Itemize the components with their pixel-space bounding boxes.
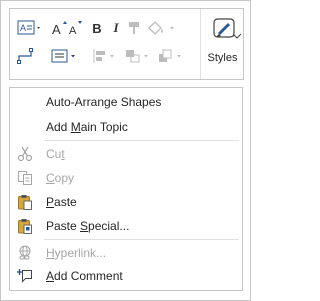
hyperlink-icon xyxy=(19,245,31,260)
shrink-font-icon: A xyxy=(69,21,82,36)
clipboard-special-icon xyxy=(18,219,32,234)
menu-item-paste-special[interactable]: Paste Special... xyxy=(10,214,242,238)
menu-item-label: Add Main Topic xyxy=(46,120,128,134)
bring-to-front-icon xyxy=(159,49,181,62)
menu-item-add-comment[interactable]: Add Comment xyxy=(10,264,242,288)
connector-button[interactable] xyxy=(16,47,34,65)
grow-font-button[interactable]: A xyxy=(52,19,68,37)
copy-icon xyxy=(18,171,32,185)
format-painter-icon xyxy=(129,22,139,34)
group-icon xyxy=(126,50,148,63)
svg-text:A: A xyxy=(69,25,77,36)
menu-item-paste[interactable]: Paste xyxy=(10,190,242,214)
menu-item-label: Paste Special... xyxy=(46,219,130,233)
menu-item-label: Add Comment xyxy=(46,269,123,283)
shape-style-icon: A xyxy=(17,20,40,35)
styles-button[interactable]: Styles xyxy=(200,9,244,79)
fill-color-button[interactable] xyxy=(145,19,179,37)
shape-style-button[interactable]: A xyxy=(16,19,44,37)
connector-icon xyxy=(17,48,33,64)
menu-item-copy[interactable]: Copy xyxy=(10,166,242,190)
mini-toolbar: A A A B I Styles xyxy=(9,8,244,80)
grow-font-icon: A xyxy=(52,21,67,36)
position-icon xyxy=(93,49,114,63)
comment-icon xyxy=(17,269,32,283)
bold-button[interactable]: B xyxy=(90,19,104,37)
align-text-icon xyxy=(51,49,75,63)
menu-separator xyxy=(44,239,239,240)
italic-button[interactable]: I xyxy=(109,19,123,37)
svg-text:A: A xyxy=(52,22,61,36)
italic-icon: I xyxy=(113,20,119,35)
svg-text:A: A xyxy=(20,23,26,33)
menu-item-label: Hyperlink... xyxy=(46,246,107,260)
format-painter-button[interactable] xyxy=(126,19,142,37)
bold-icon: B xyxy=(92,20,102,36)
styles-icon xyxy=(213,18,235,38)
menu-item-auto-arrange-shapes[interactable]: Auto-Arrange Shapes xyxy=(10,90,242,114)
fill-color-icon xyxy=(148,21,174,35)
shrink-font-button[interactable]: A xyxy=(69,19,85,37)
align-text-button[interactable] xyxy=(50,47,80,65)
menu-separator xyxy=(44,140,239,141)
styles-label: Styles xyxy=(207,52,238,64)
menu-item-label: Cut xyxy=(46,147,65,161)
menu-item-hyperlink[interactable]: Hyperlink... xyxy=(10,241,242,265)
bring-to-front-button[interactable] xyxy=(157,47,187,65)
chevron-down-icon xyxy=(233,33,241,39)
clipboard-icon xyxy=(18,195,32,210)
context-menu: Auto-Arrange Shapes Add Main Topic Cut C… xyxy=(9,87,243,291)
group-button[interactable] xyxy=(124,47,154,65)
menu-item-add-main-topic[interactable]: Add Main Topic xyxy=(10,115,242,139)
menu-item-label: Paste xyxy=(46,195,77,209)
menu-item-cut[interactable]: Cut xyxy=(10,142,242,166)
scissors-icon xyxy=(17,146,33,162)
menu-item-label: Auto-Arrange Shapes xyxy=(46,95,162,109)
menu-item-label: Copy xyxy=(46,171,75,185)
position-button[interactable] xyxy=(90,47,120,65)
